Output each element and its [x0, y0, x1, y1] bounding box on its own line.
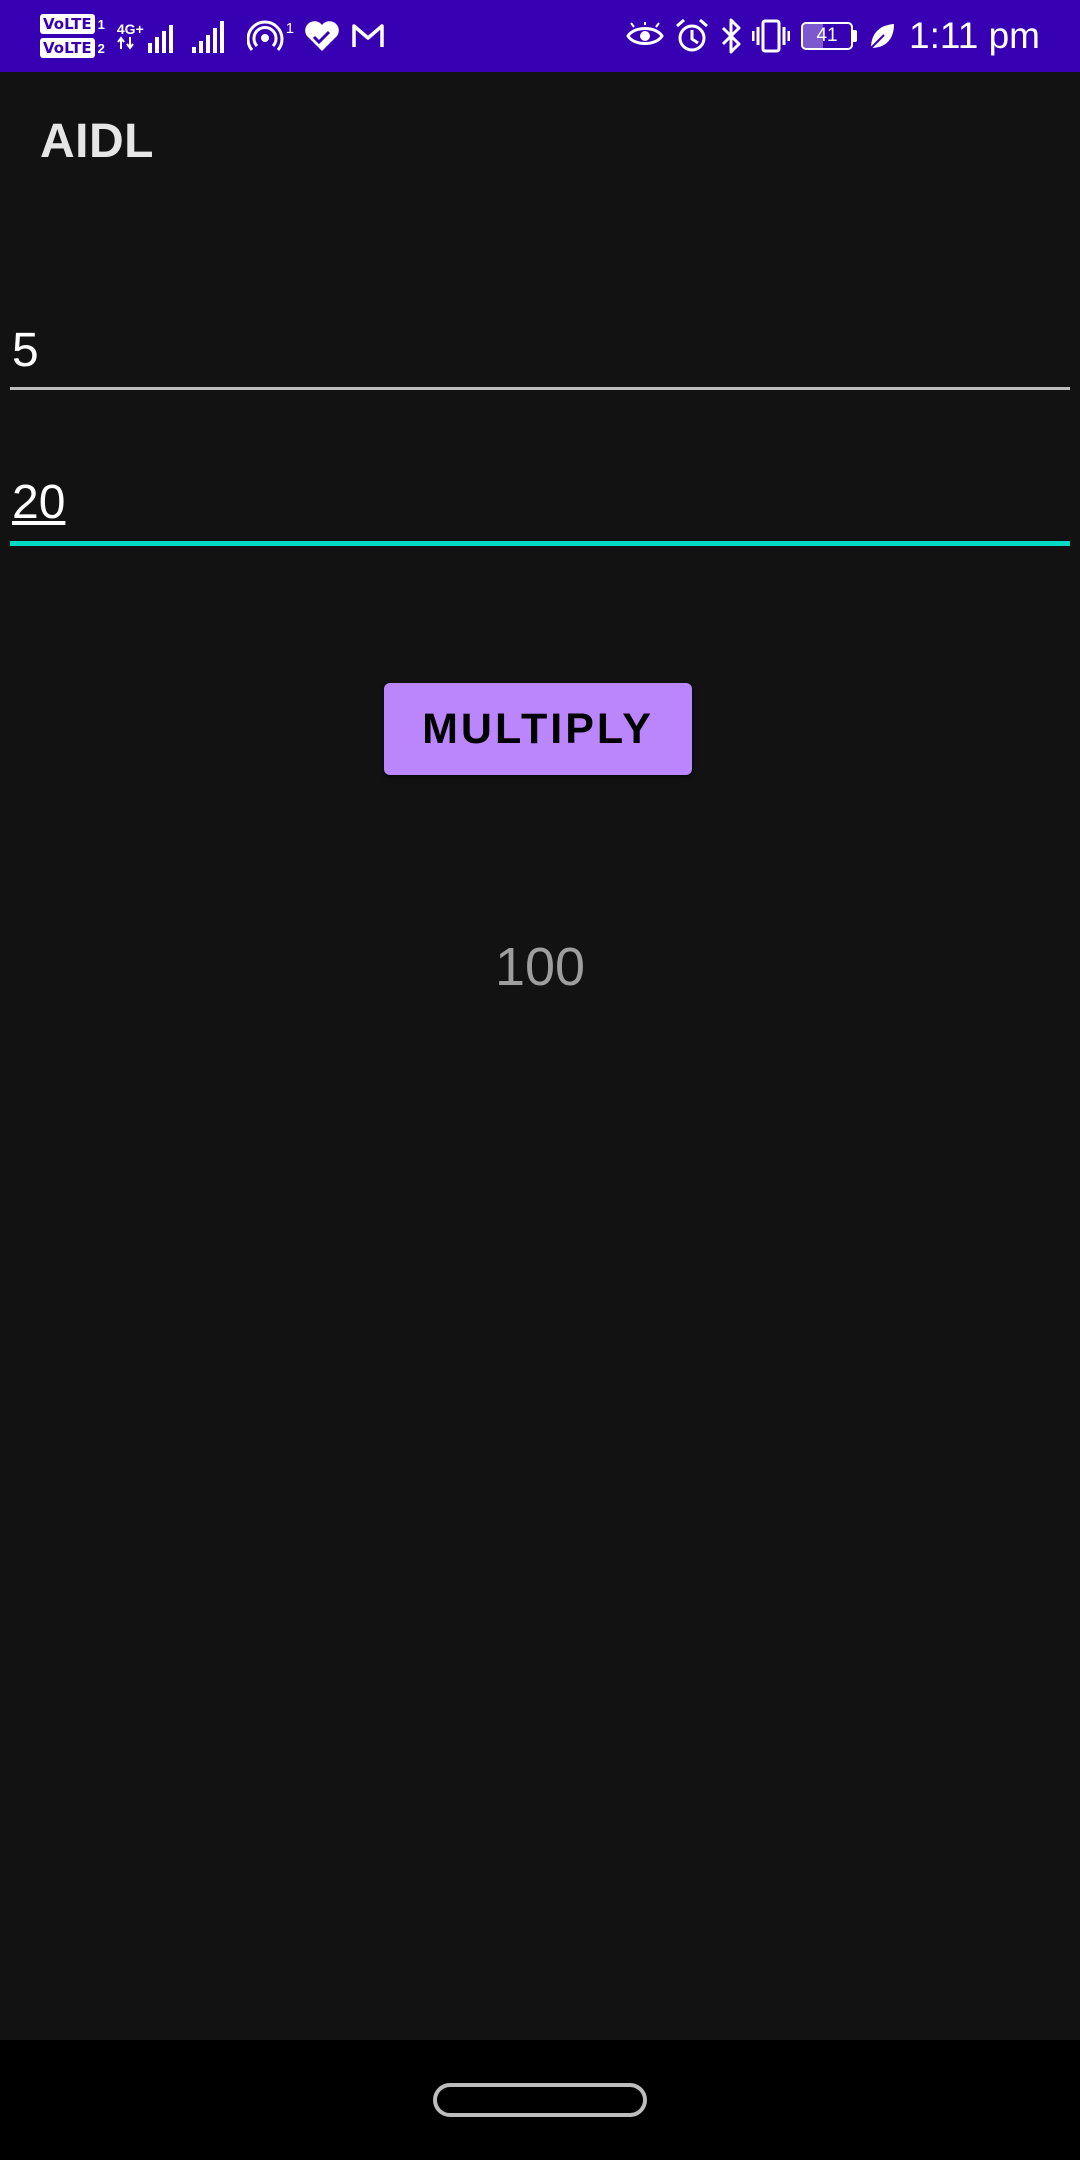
- data-arrows-icon: [117, 36, 134, 50]
- network-type: 4G+: [116, 21, 144, 37]
- hotspot-icon: [246, 20, 284, 51]
- volte-indicators: VoLTE 1 VoLTE 2: [40, 14, 105, 58]
- result-text: 100: [494, 937, 586, 997]
- navigation-bar: [0, 2040, 1080, 2160]
- first-number-input[interactable]: [10, 318, 1074, 384]
- health-icon: [305, 21, 339, 51]
- network-type-group: 4G+: [117, 22, 146, 50]
- second-number-field[interactable]: [10, 470, 1074, 546]
- volte-sim1: VoLTE 1: [40, 14, 105, 34]
- volte-badge: VoLTE: [40, 14, 95, 34]
- status-bar-left: VoLTE 1 VoLTE 2 4G+ 1: [40, 0, 390, 72]
- battery-tip: [853, 30, 858, 42]
- signal-sim1-icon: [147, 25, 173, 53]
- gmail-icon: [352, 24, 384, 47]
- app-screen: VoLTE 1 VoLTE 2 4G+ 1 41 1:11 pm AIDL 5 …: [0, 0, 1080, 2160]
- app-title: AIDL: [40, 115, 154, 168]
- hotspot-count: 1: [285, 19, 295, 37]
- eye-icon: [626, 22, 664, 45]
- signal-sim2-icon: [191, 21, 224, 53]
- bluetooth-icon: [721, 18, 741, 54]
- sim-index: 2: [97, 40, 105, 56]
- second-number-input[interactable]: [10, 470, 1074, 536]
- vibrate-icon: [752, 19, 791, 53]
- volte-sim2: VoLTE 2: [40, 38, 105, 58]
- status-clock: 1:11 pm: [909, 15, 1040, 56]
- battery-level: 41: [816, 25, 838, 46]
- status-bar: VoLTE 1 VoLTE 2 4G+ 1 41 1:11 pm: [0, 0, 1080, 72]
- sim-index: 1: [97, 16, 105, 32]
- home-pill-icon[interactable]: [433, 2083, 647, 2117]
- first-number-field[interactable]: [10, 318, 1074, 390]
- alarm-icon: [676, 18, 709, 52]
- battery-indicator: 41: [801, 22, 858, 50]
- battery-icon: 41: [801, 22, 854, 50]
- multiply-button[interactable]: MULTIPLY: [384, 683, 692, 775]
- status-bar-right: 41 1:11 pm: [621, 0, 1040, 72]
- battery-saver-icon: [870, 24, 895, 49]
- volte-badge: VoLTE: [40, 38, 95, 58]
